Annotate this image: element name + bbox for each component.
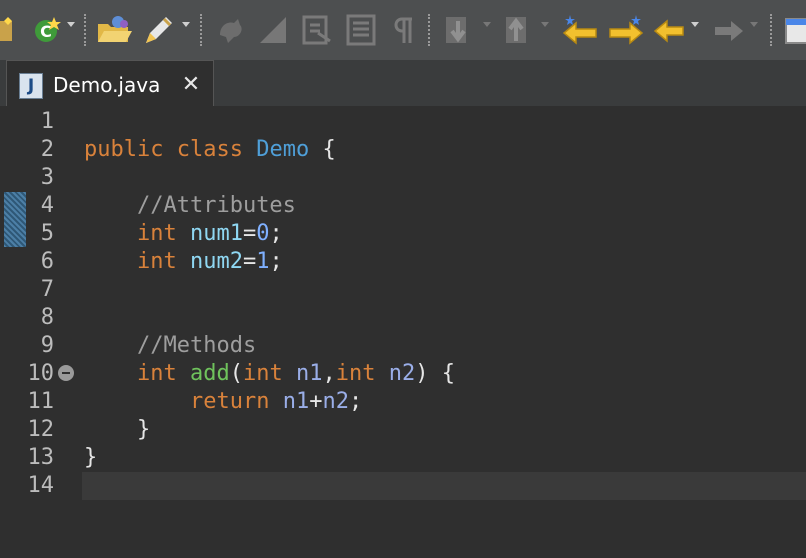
line-number: 10 bbox=[27, 361, 55, 386]
line-number: 8 bbox=[40, 305, 54, 330]
line-number: 5 bbox=[40, 221, 54, 246]
paren: ( bbox=[229, 361, 243, 386]
line-number: 2 bbox=[40, 137, 54, 162]
last-edit-location-icon[interactable] bbox=[560, 10, 600, 50]
toggle-edit-mode-icon[interactable] bbox=[256, 10, 290, 50]
parameter: n1 bbox=[295, 361, 323, 386]
keyword: int bbox=[335, 361, 376, 386]
keyword: int bbox=[136, 361, 177, 386]
show-paragraph-icon[interactable] bbox=[392, 10, 418, 50]
next-edit-location-icon[interactable] bbox=[606, 10, 646, 50]
new-class-icon[interactable] bbox=[0, 10, 18, 50]
back-dropdown-icon[interactable] bbox=[691, 22, 699, 27]
brace: { bbox=[441, 361, 455, 386]
code-line: int add(int n1,int n2) { bbox=[84, 360, 455, 388]
tab-demo-java[interactable]: J Demo.java ✕ bbox=[6, 60, 214, 107]
class-name: Demo bbox=[256, 137, 310, 162]
comment: //Methods bbox=[136, 333, 257, 358]
next-annotation-icon[interactable] bbox=[442, 10, 476, 50]
tab-title: Demo.java bbox=[53, 73, 161, 97]
code-line: } bbox=[84, 444, 97, 472]
toolbar-separator bbox=[428, 14, 430, 46]
previous-annotation-dropdown-icon[interactable] bbox=[541, 22, 549, 27]
code-line: //Methods bbox=[84, 332, 256, 360]
comma: , bbox=[322, 361, 336, 386]
semicolon: ; bbox=[269, 221, 283, 246]
open-type-icon[interactable] bbox=[96, 10, 132, 50]
line-number: 12 bbox=[27, 417, 55, 442]
brace: } bbox=[84, 445, 98, 470]
toggle-mark-occurrences-icon[interactable] bbox=[214, 10, 248, 50]
brace: { bbox=[322, 137, 336, 162]
show-whitespace-icon[interactable] bbox=[344, 10, 378, 50]
svg-text:C: C bbox=[40, 22, 52, 41]
code-editor[interactable]: 1 2 3 4 5 6 7 8 9 10 11 12 13 14 public … bbox=[0, 106, 806, 558]
field-name: num1 bbox=[189, 221, 243, 246]
main-toolbar: C bbox=[0, 0, 806, 60]
code-line: } bbox=[84, 416, 150, 444]
code-line: public class Demo { bbox=[84, 136, 336, 164]
line-number: 3 bbox=[40, 165, 54, 190]
toolbar-separator bbox=[200, 14, 202, 46]
semicolon: ; bbox=[269, 249, 283, 274]
keyword: return bbox=[189, 389, 270, 414]
line-number: 1 bbox=[40, 109, 54, 134]
operator: = bbox=[242, 249, 257, 274]
line-number: 11 bbox=[27, 389, 55, 414]
line-number: 4 bbox=[40, 193, 54, 218]
keyword: int bbox=[136, 221, 177, 246]
back-icon[interactable] bbox=[652, 10, 686, 50]
parameter: n2 bbox=[322, 389, 349, 414]
operator: + bbox=[309, 389, 323, 414]
line-number: 6 bbox=[40, 249, 54, 274]
run-dropdown-icon[interactable] bbox=[67, 22, 75, 27]
parameter: n2 bbox=[388, 361, 416, 386]
keyword: int bbox=[242, 361, 283, 386]
method-name: add bbox=[189, 361, 230, 386]
field-name: num2 bbox=[189, 249, 243, 274]
forward-dropdown-icon[interactable] bbox=[750, 22, 758, 27]
operator: = bbox=[242, 221, 257, 246]
run-icon[interactable]: C bbox=[32, 10, 66, 50]
java-file-icon: J bbox=[19, 73, 43, 99]
toolbar-separator bbox=[84, 14, 86, 46]
code-line: int num2=1; bbox=[84, 248, 283, 276]
editor-tab-bar: J Demo.java ✕ bbox=[0, 60, 806, 107]
number-literal: 1 bbox=[256, 249, 270, 274]
code-line: //Attributes bbox=[84, 192, 296, 220]
keyword: int bbox=[136, 249, 177, 274]
collapse-icon[interactable] bbox=[58, 365, 74, 381]
number-literal: 0 bbox=[256, 221, 270, 246]
search-icon[interactable] bbox=[142, 10, 174, 50]
line-number: 7 bbox=[40, 277, 54, 302]
line-number-gutter: 1 2 3 4 5 6 7 8 9 10 11 12 13 14 bbox=[0, 106, 80, 558]
semicolon: ; bbox=[348, 389, 363, 414]
perspective-icon[interactable] bbox=[784, 10, 806, 50]
close-icon[interactable]: ✕ bbox=[179, 74, 203, 96]
toolbar-separator bbox=[770, 14, 772, 46]
paren: ) bbox=[415, 361, 429, 386]
toggle-block-selection-icon[interactable] bbox=[300, 10, 334, 50]
parameter: n1 bbox=[282, 389, 310, 414]
line-number: 9 bbox=[40, 333, 54, 358]
line-number: 14 bbox=[27, 473, 55, 498]
code-line: return n1+n2; bbox=[84, 388, 362, 416]
search-dropdown-icon[interactable] bbox=[182, 22, 190, 27]
comment: //Attributes bbox=[136, 193, 296, 218]
previous-annotation-icon[interactable] bbox=[500, 10, 534, 50]
line-number: 13 bbox=[27, 445, 55, 470]
forward-icon[interactable] bbox=[712, 10, 746, 50]
brace: } bbox=[136, 417, 151, 442]
current-line-highlight bbox=[82, 472, 806, 500]
keyword: public bbox=[84, 137, 164, 162]
keyword: class bbox=[176, 137, 243, 162]
next-annotation-dropdown-icon[interactable] bbox=[483, 22, 491, 27]
code-line: int num1=0; bbox=[84, 220, 283, 248]
